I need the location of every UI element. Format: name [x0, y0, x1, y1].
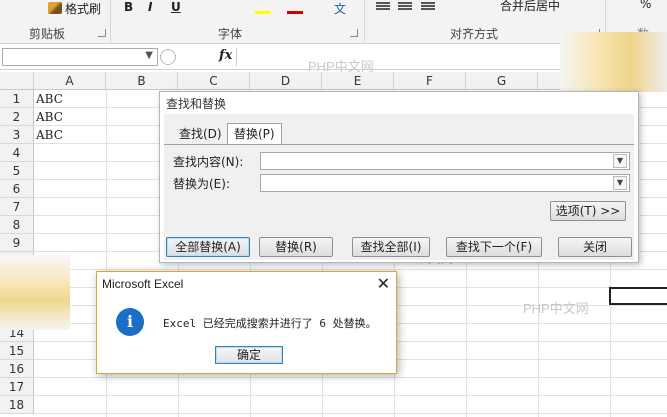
close-icon[interactable]: ✕ [377, 274, 390, 293]
row-header[interactable]: 9 [0, 234, 34, 252]
blurred-region [0, 255, 70, 330]
align-left-icon[interactable] [376, 2, 390, 4]
font-color-icon[interactable] [287, 11, 303, 14]
grid-line [34, 413, 667, 414]
active-cell[interactable] [609, 287, 667, 305]
dialog-title: 查找和替换 [166, 97, 227, 111]
font-launcher-icon[interactable] [350, 29, 358, 37]
clipboard-group-label: 剪贴板 [29, 27, 66, 41]
cell-a1[interactable]: ABC [36, 90, 63, 108]
font-group-label: 字体 [218, 27, 243, 41]
row-header[interactable]: 18 [0, 396, 34, 414]
find-replace-dialog: 查找和替换 查找(D) 替换(P) 查找内容(N): ▼ 替换为(E): ▼ 选… [159, 91, 639, 263]
bold-button[interactable]: B [124, 0, 133, 14]
cell-a2[interactable]: ABC [36, 108, 63, 126]
message-text: Excel 已经完成搜索并进行了 6 处替换。 [163, 317, 377, 330]
replace-button[interactable]: 替换(R) [259, 237, 333, 257]
cancel-entry-icon[interactable] [160, 49, 176, 65]
replace-all-button[interactable]: 全部替换(A) [166, 237, 250, 257]
watermark: PHP中文网 [523, 301, 589, 316]
format-painter-label: 格式刷 [65, 1, 102, 16]
underline-button[interactable]: U [171, 0, 181, 14]
blurred-region [560, 32, 667, 92]
column-header[interactable]: F [394, 72, 466, 90]
alignment-group-label: 对齐方式 [450, 27, 499, 41]
column-header[interactable]: B [106, 72, 178, 90]
tab-find[interactable]: 查找(D) [173, 124, 228, 145]
format-painter-button[interactable]: 格式刷 [48, 0, 101, 16]
chevron-down-icon[interactable]: ▼ [613, 176, 627, 190]
row-header[interactable]: 7 [0, 198, 34, 216]
select-all-corner[interactable] [0, 72, 34, 90]
find-next-button[interactable]: 查找下一个(F) [446, 237, 542, 257]
row-header[interactable]: 1 [0, 90, 34, 108]
column-header[interactable]: C [178, 72, 250, 90]
grid-line [34, 269, 667, 270]
column-header[interactable]: A [34, 72, 106, 90]
row-header[interactable]: 4 [0, 144, 34, 162]
find-all-button[interactable]: 查找全部(I) [352, 237, 430, 257]
message-box: Microsoft Excel ✕ i Excel 已经完成搜索并进行了 6 处… [96, 271, 397, 374]
row-header[interactable]: 3 [0, 126, 34, 144]
row-header[interactable]: 15 [0, 342, 34, 360]
message-box-title: Microsoft Excel [102, 277, 184, 291]
phonetic-button[interactable]: 文 [334, 0, 346, 17]
merge-center-button[interactable]: 合并后居中 [500, 0, 560, 14]
info-icon: i [116, 308, 144, 336]
row-header[interactable]: 5 [0, 162, 34, 180]
close-button[interactable]: 关闭 [558, 237, 632, 257]
percent-button[interactable]: % [640, 0, 651, 11]
align-right-icon[interactable] [421, 2, 435, 4]
replace-with-input[interactable]: ▼ [260, 174, 630, 192]
chevron-down-icon[interactable]: ▼ [145, 50, 153, 61]
fill-color-icon[interactable] [255, 11, 271, 14]
row-header[interactable]: 2 [0, 108, 34, 126]
column-header[interactable]: G [466, 72, 538, 90]
cell-a3[interactable]: ABC [36, 126, 63, 144]
options-button[interactable]: 选项(T) >> [550, 201, 626, 221]
row-header[interactable]: 8 [0, 216, 34, 234]
row-header[interactable]: 6 [0, 180, 34, 198]
italic-button[interactable]: I [148, 0, 152, 14]
row-header[interactable]: 17 [0, 378, 34, 396]
format-painter-icon [48, 2, 62, 14]
ok-button[interactable]: 确定 [215, 346, 283, 364]
chevron-down-icon[interactable]: ▼ [613, 154, 627, 168]
grid-line [34, 377, 667, 378]
insert-function-button[interactable]: fx [219, 48, 232, 63]
clipboard-launcher-icon[interactable] [98, 29, 106, 37]
name-box[interactable]: ▼ [2, 48, 158, 66]
find-what-label: 查找内容(N): [173, 155, 244, 169]
find-what-input[interactable]: ▼ [260, 152, 630, 170]
row-header[interactable]: 16 [0, 360, 34, 378]
tab-replace[interactable]: 替换(P) [227, 123, 282, 145]
grid-line [34, 395, 667, 396]
align-center-icon[interactable] [398, 2, 412, 4]
watermark: PHP中文网 [308, 59, 374, 74]
replace-with-label: 替换为(E): [173, 177, 230, 191]
